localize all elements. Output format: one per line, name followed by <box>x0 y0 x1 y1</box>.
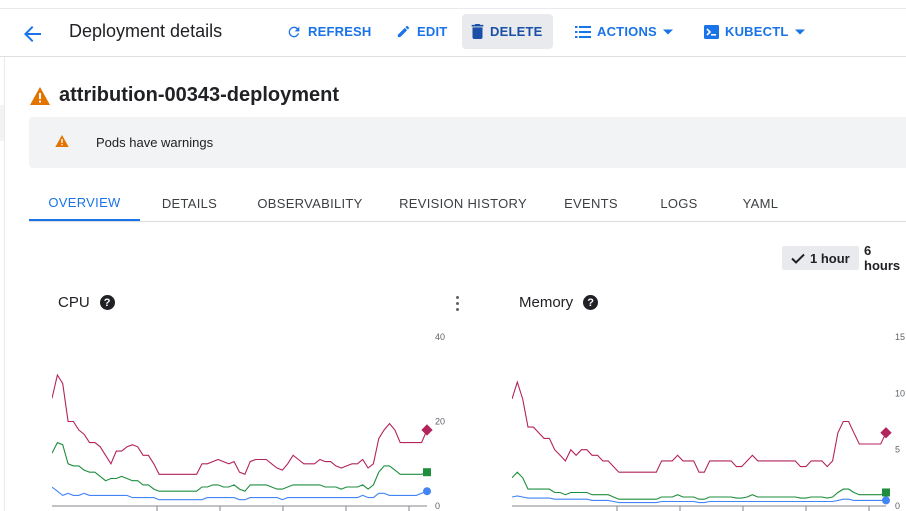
cpu-chart: 40 20 0 <box>52 332 445 511</box>
memory-chart: 15 10 5 0 <box>512 332 905 511</box>
top-action-bar: Deployment details REFRESH EDIT DELETE A… <box>0 8 906 57</box>
tab-yaml[interactable]: YAML <box>732 185 789 221</box>
time-range-label: 6 hours <box>864 243 901 273</box>
warning-banner: Pods have warnings <box>29 117 906 168</box>
more-vert-icon[interactable] <box>448 292 466 314</box>
help-icon[interactable]: ? <box>583 295 599 310</box>
series-line <box>512 380 887 473</box>
tab-observability[interactable]: OBSERVABILITY <box>251 185 369 221</box>
y-tick-label: 20 <box>435 417 445 427</box>
refresh-button[interactable]: REFRESH <box>277 14 381 49</box>
tab-logs[interactable]: LOGS <box>651 185 707 221</box>
dropdown-arrow-icon <box>794 29 805 34</box>
actions-label: ACTIONS <box>597 24 657 39</box>
series-line <box>512 471 887 500</box>
page-title: Deployment details <box>69 21 223 41</box>
pencil-icon <box>397 25 410 38</box>
tab-bar: OVERVIEW DETAILS OBSERVABILITY REVISION … <box>29 185 906 222</box>
series-end-marker <box>882 488 890 497</box>
time-range-1-hour[interactable]: 1 hour <box>782 246 859 270</box>
dropdown-arrow-icon <box>662 29 673 34</box>
series-end-marker <box>421 424 433 436</box>
cpu-card-title: CPU ? <box>58 294 115 311</box>
refresh-label: REFRESH <box>308 24 372 39</box>
memory-chart-title: Memory <box>519 294 574 311</box>
time-range-label: 1 hour <box>810 250 850 266</box>
check-icon <box>791 253 805 264</box>
time-range-6-hours[interactable]: 6 hours <box>855 243 906 273</box>
y-tick-label: 15 <box>895 332 905 342</box>
list-icon <box>575 25 591 38</box>
delete-button[interactable]: DELETE <box>462 14 553 49</box>
tab-events[interactable]: EVENTS <box>557 185 625 221</box>
kubectl-label: KUBECTL <box>725 24 789 39</box>
series-line <box>52 441 428 492</box>
tab-details[interactable]: DETAILS <box>153 185 226 221</box>
refresh-icon <box>288 26 300 37</box>
kubectl-menu-button[interactable]: KUBECTL <box>695 14 814 49</box>
series-end-marker <box>423 487 431 496</box>
y-tick-label: 40 <box>435 332 445 342</box>
help-icon[interactable]: ? <box>99 295 115 310</box>
memory-card-title: Memory ? <box>519 294 599 311</box>
back-button[interactable] <box>18 19 48 49</box>
resource-name: attribution-00343-deployment <box>59 84 340 106</box>
warning-icon <box>55 135 69 147</box>
y-tick-label: 0 <box>895 501 900 511</box>
series-line <box>52 373 428 476</box>
series-end-marker <box>423 468 431 477</box>
terminal-icon <box>704 24 719 39</box>
resource-title: attribution-00343-deployment <box>30 84 339 107</box>
left-rail <box>0 57 5 511</box>
arrow-back-icon <box>24 26 41 42</box>
edit-label: EDIT <box>417 24 448 39</box>
trash-icon <box>471 24 484 39</box>
actions-menu-button[interactable]: ACTIONS <box>566 14 682 49</box>
delete-label: DELETE <box>490 24 543 39</box>
series-end-marker <box>882 496 890 505</box>
series-end-marker <box>880 427 892 439</box>
warning-message: Pods have warnings <box>96 135 214 150</box>
y-tick-label: 5 <box>895 445 900 455</box>
y-tick-label: 10 <box>895 388 905 398</box>
tab-revision-history[interactable]: REVISION HISTORY <box>395 185 531 221</box>
left-rail-marker <box>0 105 4 141</box>
tab-overview[interactable]: OVERVIEW <box>29 185 140 221</box>
y-tick-label: 0 <box>435 501 440 511</box>
edit-button[interactable]: EDIT <box>387 14 456 49</box>
warning-icon <box>30 86 50 105</box>
cpu-chart-title: CPU <box>58 294 90 311</box>
